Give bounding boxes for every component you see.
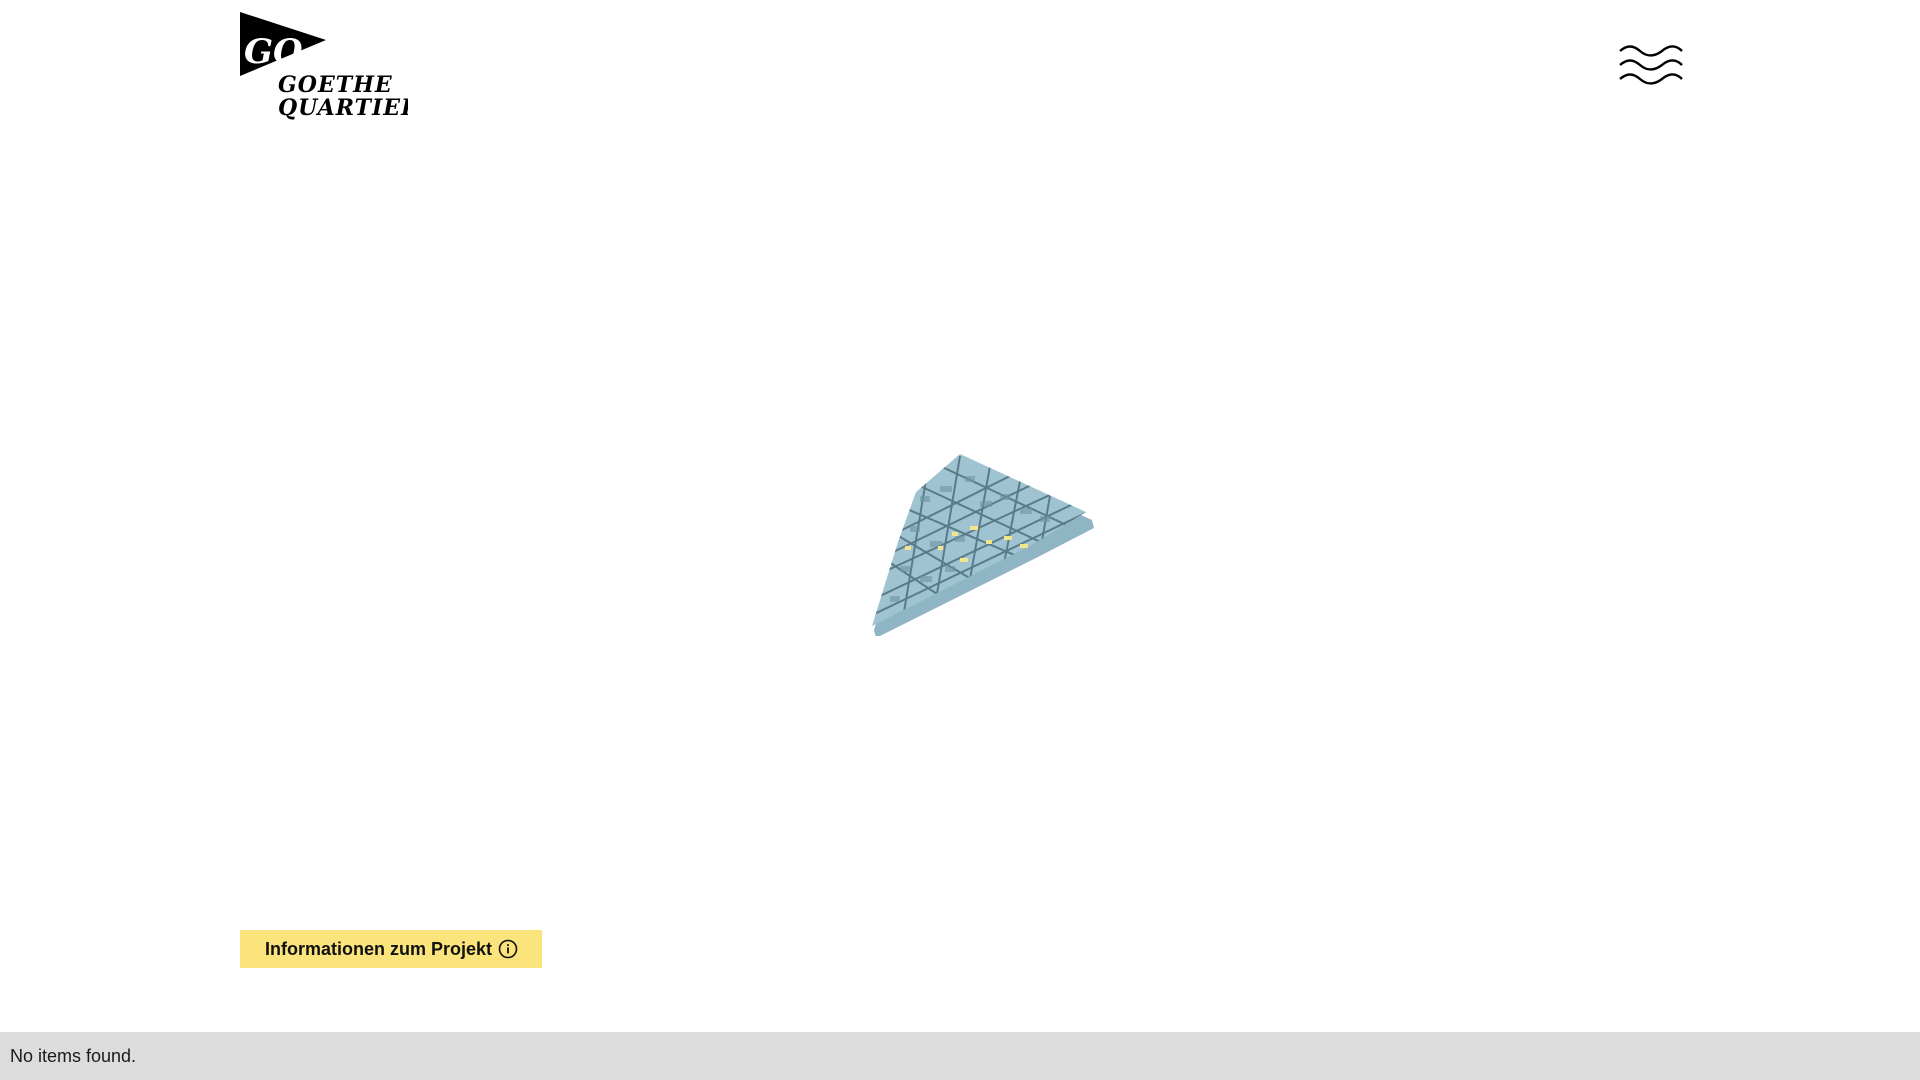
logo-graphic: GO GOETHE QUARTIER: [240, 12, 408, 121]
logo-goethe-quartier[interactable]: GO GOETHE QUARTIER: [238, 10, 408, 122]
menu-button[interactable]: [1618, 42, 1684, 88]
district-map-graphic: [872, 454, 1094, 638]
page: GO GOETHE QUARTIER Informationen zum Pro…: [0, 0, 1920, 1080]
project-info-label: Informationen zum Projekt: [265, 938, 493, 959]
project-info-button[interactable]: Informationen zum Projekt: [240, 930, 543, 968]
logo-line-2: QUARTIER: [278, 95, 408, 121]
info-circle-icon: [498, 939, 518, 959]
wavy-hamburger-icon: [1619, 45, 1683, 85]
logo-pennant-text: GO: [244, 32, 303, 72]
status-text: No items found.: [10, 1045, 137, 1066]
status-bar: No items found.: [0, 1032, 1920, 1080]
3d-district-map[interactable]: [860, 446, 1150, 638]
